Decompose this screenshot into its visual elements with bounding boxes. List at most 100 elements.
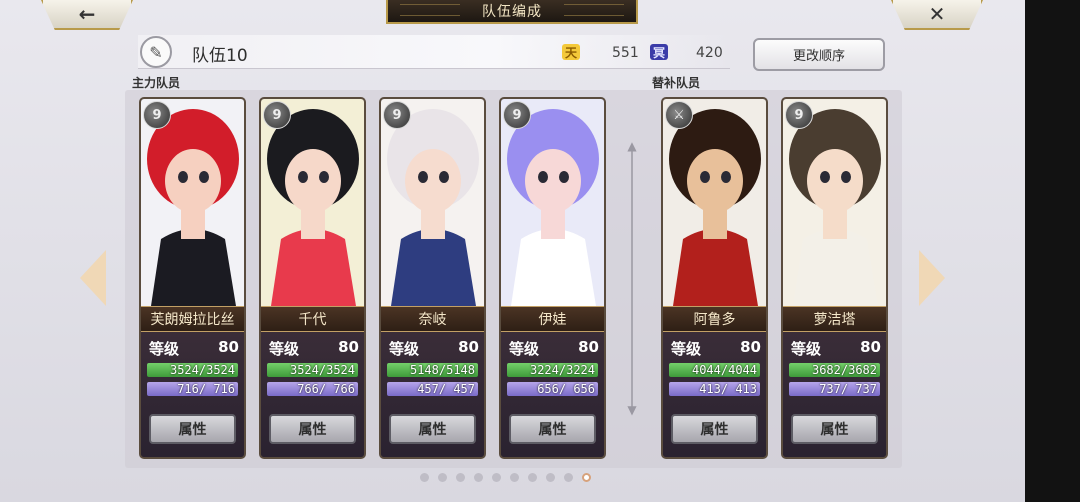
character-name: 萝洁塔 xyxy=(783,306,886,332)
character-card[interactable]: 9 芙朗姆拉比丝 等级 80 3524/3524 716/ 716 属性 xyxy=(139,97,246,459)
title-banner: 队伍编成 xyxy=(386,0,638,24)
level-row: 等级 80 xyxy=(509,338,599,359)
level-row: 等级 80 xyxy=(389,338,479,359)
hp-value: 3224/3224 xyxy=(529,363,595,377)
hp-bar: 3682/3682 xyxy=(789,363,880,377)
page-dot[interactable] xyxy=(582,473,591,482)
character-stats: 等级 80 3524/3524 766/ 766 属性 xyxy=(261,332,364,457)
underworld-resource-value: 420 xyxy=(696,45,723,61)
change-order-button[interactable]: 更改顺序 xyxy=(753,38,885,71)
level-row: 等级 80 xyxy=(149,338,239,359)
level-label: 等级 xyxy=(509,340,540,358)
page-dot[interactable] xyxy=(510,473,519,482)
hp-value: 3524/3524 xyxy=(169,363,235,377)
character-card[interactable]: ⚔ 阿鲁多 等级 80 4044/4044 413/ 413 属性 xyxy=(661,97,768,459)
level-value: 80 xyxy=(578,338,599,356)
level-label: 等级 xyxy=(149,340,180,358)
class-emblem-icon: 9 xyxy=(263,101,291,129)
mp-value: 457/ 457 xyxy=(417,382,475,396)
underworld-resource-icon: 冥 xyxy=(650,44,668,60)
main-members-label: 主力队员 xyxy=(132,76,181,90)
class-emblem-icon: 9 xyxy=(383,101,411,129)
character-portrait xyxy=(501,99,604,306)
previous-team-arrow[interactable] xyxy=(80,250,108,306)
back-button[interactable]: ← xyxy=(41,0,133,30)
hp-value: 3682/3682 xyxy=(811,363,877,377)
substitute-members-label: 替补队员 xyxy=(652,76,701,90)
page-dot[interactable] xyxy=(420,473,429,482)
page-dot[interactable] xyxy=(438,473,447,482)
character-stats: 等级 80 4044/4044 413/ 413 属性 xyxy=(663,332,766,457)
page-dot[interactable] xyxy=(474,473,483,482)
page-dot[interactable] xyxy=(456,473,465,482)
level-label: 等级 xyxy=(389,340,420,358)
mp-bar: 656/ 656 xyxy=(507,382,598,396)
character-portrait xyxy=(141,99,244,306)
team-name-bar: ✎ 队伍10 天 551 冥 420 xyxy=(138,35,730,69)
mp-bar: 457/ 457 xyxy=(387,382,478,396)
attribute-button[interactable]: 属性 xyxy=(791,414,878,444)
close-button[interactable]: ✕ xyxy=(891,0,983,30)
divider-down-arrow-icon: ▼ xyxy=(627,403,637,417)
character-stats: 等级 80 3524/3524 716/ 716 属性 xyxy=(141,332,244,457)
character-card[interactable]: 9 伊娃 等级 80 3224/3224 656/ 656 属性 xyxy=(499,97,606,459)
character-name: 奈岐 xyxy=(381,306,484,332)
hp-value: 4044/4044 xyxy=(691,363,757,377)
hp-bar: 3224/3224 xyxy=(507,363,598,377)
level-value: 80 xyxy=(338,338,359,356)
back-arrow-icon: ← xyxy=(78,2,96,26)
edit-team-name-button[interactable]: ✎ xyxy=(140,36,172,68)
hp-value: 3524/3524 xyxy=(289,363,355,377)
mp-value: 716/ 716 xyxy=(177,382,235,396)
page-dot[interactable] xyxy=(546,473,555,482)
heaven-resource-icon: 天 xyxy=(562,44,580,60)
mp-value: 737/ 737 xyxy=(819,382,877,396)
hp-bar: 4044/4044 xyxy=(669,363,760,377)
level-label: 等级 xyxy=(269,340,300,358)
class-emblem-icon: 9 xyxy=(143,101,171,129)
attribute-button[interactable]: 属性 xyxy=(149,414,236,444)
page-dot[interactable] xyxy=(564,473,573,482)
page-title: 队伍编成 xyxy=(482,4,542,20)
character-stats: 等级 80 5148/5148 457/ 457 属性 xyxy=(381,332,484,457)
character-card[interactable]: 9 奈岐 等级 80 5148/5148 457/ 457 属性 xyxy=(379,97,486,459)
character-portrait xyxy=(663,99,766,306)
screen-edge xyxy=(1025,0,1080,502)
attribute-button[interactable]: 属性 xyxy=(671,414,758,444)
hp-bar: 3524/3524 xyxy=(147,363,238,377)
hp-value: 5148/5148 xyxy=(409,363,475,377)
attribute-button[interactable]: 属性 xyxy=(389,414,476,444)
mp-value: 656/ 656 xyxy=(537,382,595,396)
mp-bar: 766/ 766 xyxy=(267,382,358,396)
mp-bar: 716/ 716 xyxy=(147,382,238,396)
next-team-arrow[interactable] xyxy=(917,250,945,306)
page-dot[interactable] xyxy=(492,473,501,482)
character-stats: 等级 80 3224/3224 656/ 656 属性 xyxy=(501,332,604,457)
character-card[interactable]: 9 萝洁塔 等级 80 3682/3682 737/ 737 属性 xyxy=(781,97,888,459)
character-card[interactable]: 9 千代 等级 80 3524/3524 766/ 766 属性 xyxy=(259,97,366,459)
character-name: 阿鲁多 xyxy=(663,306,766,332)
divider-up-arrow-icon: ▲ xyxy=(627,139,637,153)
level-row: 等级 80 xyxy=(269,338,359,359)
attribute-button[interactable]: 属性 xyxy=(269,414,356,444)
banner-ornament-right xyxy=(564,4,624,16)
mp-value: 766/ 766 xyxy=(297,382,355,396)
heaven-resource-value: 551 xyxy=(612,45,639,61)
pencil-icon: ✎ xyxy=(149,42,163,62)
mp-bar: 413/ 413 xyxy=(669,382,760,396)
level-value: 80 xyxy=(218,338,239,356)
banner-ornament-left xyxy=(400,4,460,16)
level-value: 80 xyxy=(860,338,881,356)
level-row: 等级 80 xyxy=(671,338,761,359)
hp-bar: 3524/3524 xyxy=(267,363,358,377)
level-value: 80 xyxy=(740,338,761,356)
level-value: 80 xyxy=(458,338,479,356)
character-portrait xyxy=(261,99,364,306)
team-name: 队伍10 xyxy=(192,46,248,66)
level-label: 等级 xyxy=(791,340,822,358)
main-sub-divider xyxy=(631,146,633,410)
close-icon: ✕ xyxy=(928,2,946,26)
page-dot[interactable] xyxy=(528,473,537,482)
team-pager xyxy=(420,473,591,482)
attribute-button[interactable]: 属性 xyxy=(509,414,596,444)
